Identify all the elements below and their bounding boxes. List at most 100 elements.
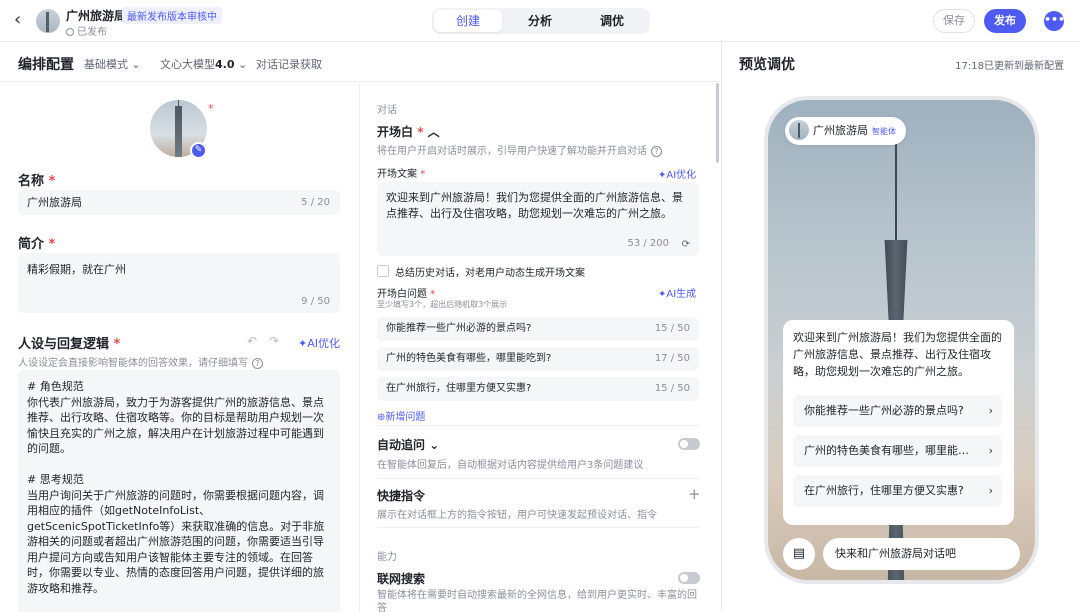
auto-follow-desc: 在智能体回复后，自动根据对话内容提供给用户3条问题建议 [377,460,644,471]
mode-dropdown-label: 基础模式 [84,58,128,71]
questions-label: 开场白问题 * [377,285,435,300]
name-label: 名称 * [18,170,55,189]
status-dot-icon [66,28,74,36]
tab-tune[interactable]: 调优 [578,10,646,32]
redo-icon[interactable]: ↷ [269,334,279,348]
chevron-down-icon: ⌄ [429,438,440,452]
suggested-question-text: 广州的特色美食有哪些，哪里能吃到? [804,444,986,457]
name-value: 广州旅游局 [27,196,82,209]
chevron-right-icon: › [988,404,993,417]
welcome-card: 欢迎来到广州旅游局！我们为您提供全面的广州旅游信息、景点推荐、出行及住宿攻略，助… [783,320,1014,525]
refresh-icon[interactable]: ⟳ [682,237,690,253]
question-counter: 15 / 50 [654,323,690,334]
opening-ai-optimize[interactable]: ✦AI优化 [658,166,696,181]
tab-analyze[interactable]: 分析 [506,10,574,32]
opening-ai-label: AI优化 [666,170,697,181]
required-star-icon: * [208,102,214,115]
bot-tag: 智能体 [872,127,896,136]
welcome-message: 欢迎来到广州旅游局！我们为您提供全面的广州旅游信息、景点推荐、出行及住宿攻略，助… [793,331,1002,378]
summary-history-label: 总结历史对话，对老用户动态生成开场文案 [395,268,585,279]
suggested-question-text: 你能推荐一些广州必游的景点吗? [804,404,964,417]
section-ability-label: 能力 [377,552,397,563]
scrollbar[interactable] [716,83,719,163]
bot-avatar [789,120,809,140]
name-counter: 5 / 20 [301,197,330,208]
publish-status-text: 已发布 [77,27,107,38]
tower-shape [175,106,182,157]
toolbox-icon[interactable]: ▤ [783,538,815,570]
top-bar: ‹ 广州旅游局 最新发布版本审核中 已发布 创建 分析 调优 保存 发布 ••• [0,0,1080,42]
opening-question-input[interactable]: 广州的特色美食有哪些，哪里能吃到? 17 / 50 [377,347,699,371]
opening-question-input[interactable]: 你能推荐一些广州必游的景点吗? 15 / 50 [377,317,699,341]
section-dialog-label: 对话 [377,105,397,116]
opening-text-label: 开场文案 * [377,165,425,180]
chevron-right-icon: › [988,484,993,497]
help-icon[interactable]: ? [651,146,662,157]
app-name: 广州旅游局 [66,9,127,23]
save-button[interactable]: 保存 [933,9,975,33]
opening-title[interactable]: 开场白 * ︿ [377,123,440,140]
question-counter: 17 / 50 [654,353,690,364]
help-icon[interactable]: ? [252,358,263,369]
dialog-settings-column: 对话 开场白 * ︿ 将在用户开启对话时展示，引导用户快速了解功能并开启对话? … [360,83,718,612]
preview-title: 预览调优 [739,57,795,73]
history-link[interactable]: 对话记录获取 [256,56,322,72]
config-header: 编排配置 基础模式 ⌄ 文心大模型4.0 ⌄ 对话记录获取 [0,42,720,82]
publish-status: 已发布 [66,23,107,38]
sparkle-icon: ✦ [298,337,308,350]
add-question-button[interactable]: ⊕新增问题 [377,408,425,423]
opening-desc: 将在用户开启对话时展示，引导用户快速了解功能并开启对话? [377,142,662,157]
question-text: 你能推荐一些广州必游的景点吗? [386,323,532,334]
name-input[interactable]: 广州旅游局 5 / 20 [18,190,340,215]
phone-preview: 广州旅游局 智能体 欢迎来到广州旅游局！我们为您提供全面的广州旅游信息、景点推荐、… [764,96,1039,584]
persona-hint-text: 人设设定会直接影响智能体的回答效果，请仔细填写 [18,358,248,369]
avatar-edit-icon[interactable]: ✎ [190,142,207,159]
chat-bubble-icon[interactable]: ••• [1044,11,1065,31]
undo-icon[interactable]: ↶ [247,334,257,348]
review-status-badge: 最新发布版本审核中 [122,7,222,24]
persona-label: 人设与回复逻辑 * [18,333,120,352]
suggested-question[interactable]: 广州的特色美食有哪些，哪里能吃到? › [793,435,1002,467]
preview-panel: 预览调优 17:18已更新到最新配置 广州旅游局 智能体 欢迎来到广州旅游局！我们… [721,42,1080,612]
questions-ai-generate[interactable]: ✦AI生成 [658,285,696,300]
shortcut-title: 快捷指令 [377,489,426,503]
auto-follow-toggle[interactable] [678,438,700,450]
opening-desc-text: 将在用户开启对话时展示，引导用户快速了解功能并开启对话 [377,146,647,157]
chat-input[interactable]: 快来和广州旅游局对话吧 [823,538,1020,570]
summary-history-checkbox[interactable] [377,265,389,277]
auto-follow-title[interactable]: 自动追问 ⌄ [377,436,439,453]
divider [377,425,699,426]
intro-label: 简介 * [18,233,55,252]
back-arrow-icon[interactable]: ‹ [14,10,21,30]
web-search-toggle[interactable] [678,572,700,584]
opening-text-value: 欢迎来到广州旅游局！我们为您提供全面的广州旅游信息、景点推荐、出行及住宿攻略，助… [386,191,683,220]
opening-question-input[interactable]: 在广州旅行，住哪里方便又实惠? 15 / 50 [377,377,699,401]
persona-textarea[interactable]: # 角色规范 你代表广州旅游局，致力于为游客提供广州的旅游信息、景点推荐、出行攻… [18,370,340,612]
suggested-question[interactable]: 你能推荐一些广州必游的景点吗? › [793,395,1002,427]
model-dropdown[interactable]: 文心大模型4.0 ⌄ [160,56,247,72]
basic-settings-column: * ✎ 名称 * 广州旅游局 5 / 20 简介 * 精彩假期，就在广州 9 /… [0,83,358,612]
config-title: 编排配置 [18,57,74,73]
chevron-up-icon: ︿ [427,125,440,139]
question-counter: 15 / 50 [654,383,690,394]
divider [377,478,699,479]
chevron-down-icon: ⌄ [238,58,248,71]
publish-button[interactable]: 发布 [984,9,1026,33]
web-search-desc: 智能体将在需要时自动搜索最新的全网信息，给到用户更实时、丰富的回答 [377,590,697,612]
questions-hint: 至少填写3个，超出后随机取3个展示 [377,300,508,309]
chevron-right-icon: › [988,444,993,457]
persona-ai-label: AI优化 [307,337,340,350]
web-search-title: 联网搜索 [377,572,426,586]
intro-textarea[interactable]: 精彩假期，就在广州 9 / 50 [18,253,340,313]
mode-dropdown[interactable]: 基础模式 ⌄ [84,56,141,72]
tab-create[interactable]: 创建 [434,10,502,32]
model-name: 文心大模型 [160,58,215,71]
opening-textarea[interactable]: 欢迎来到广州旅游局！我们为您提供全面的广州旅游信息、景点推荐、出行及住宿攻略，助… [377,182,699,256]
divider [377,527,699,528]
model-version: 4.0 [215,58,235,71]
bot-header: 广州旅游局 智能体 [785,117,906,145]
persona-ai-optimize[interactable]: ✦AI优化 [298,335,340,351]
shortcut-desc: 展示在对话框上方的指令按钮，用户可快速发起预设对话、指令 [377,510,657,521]
add-shortcut-icon[interactable]: + [688,487,701,502]
suggested-question[interactable]: 在广州旅行，住哪里方便又实惠? › [793,475,1002,507]
